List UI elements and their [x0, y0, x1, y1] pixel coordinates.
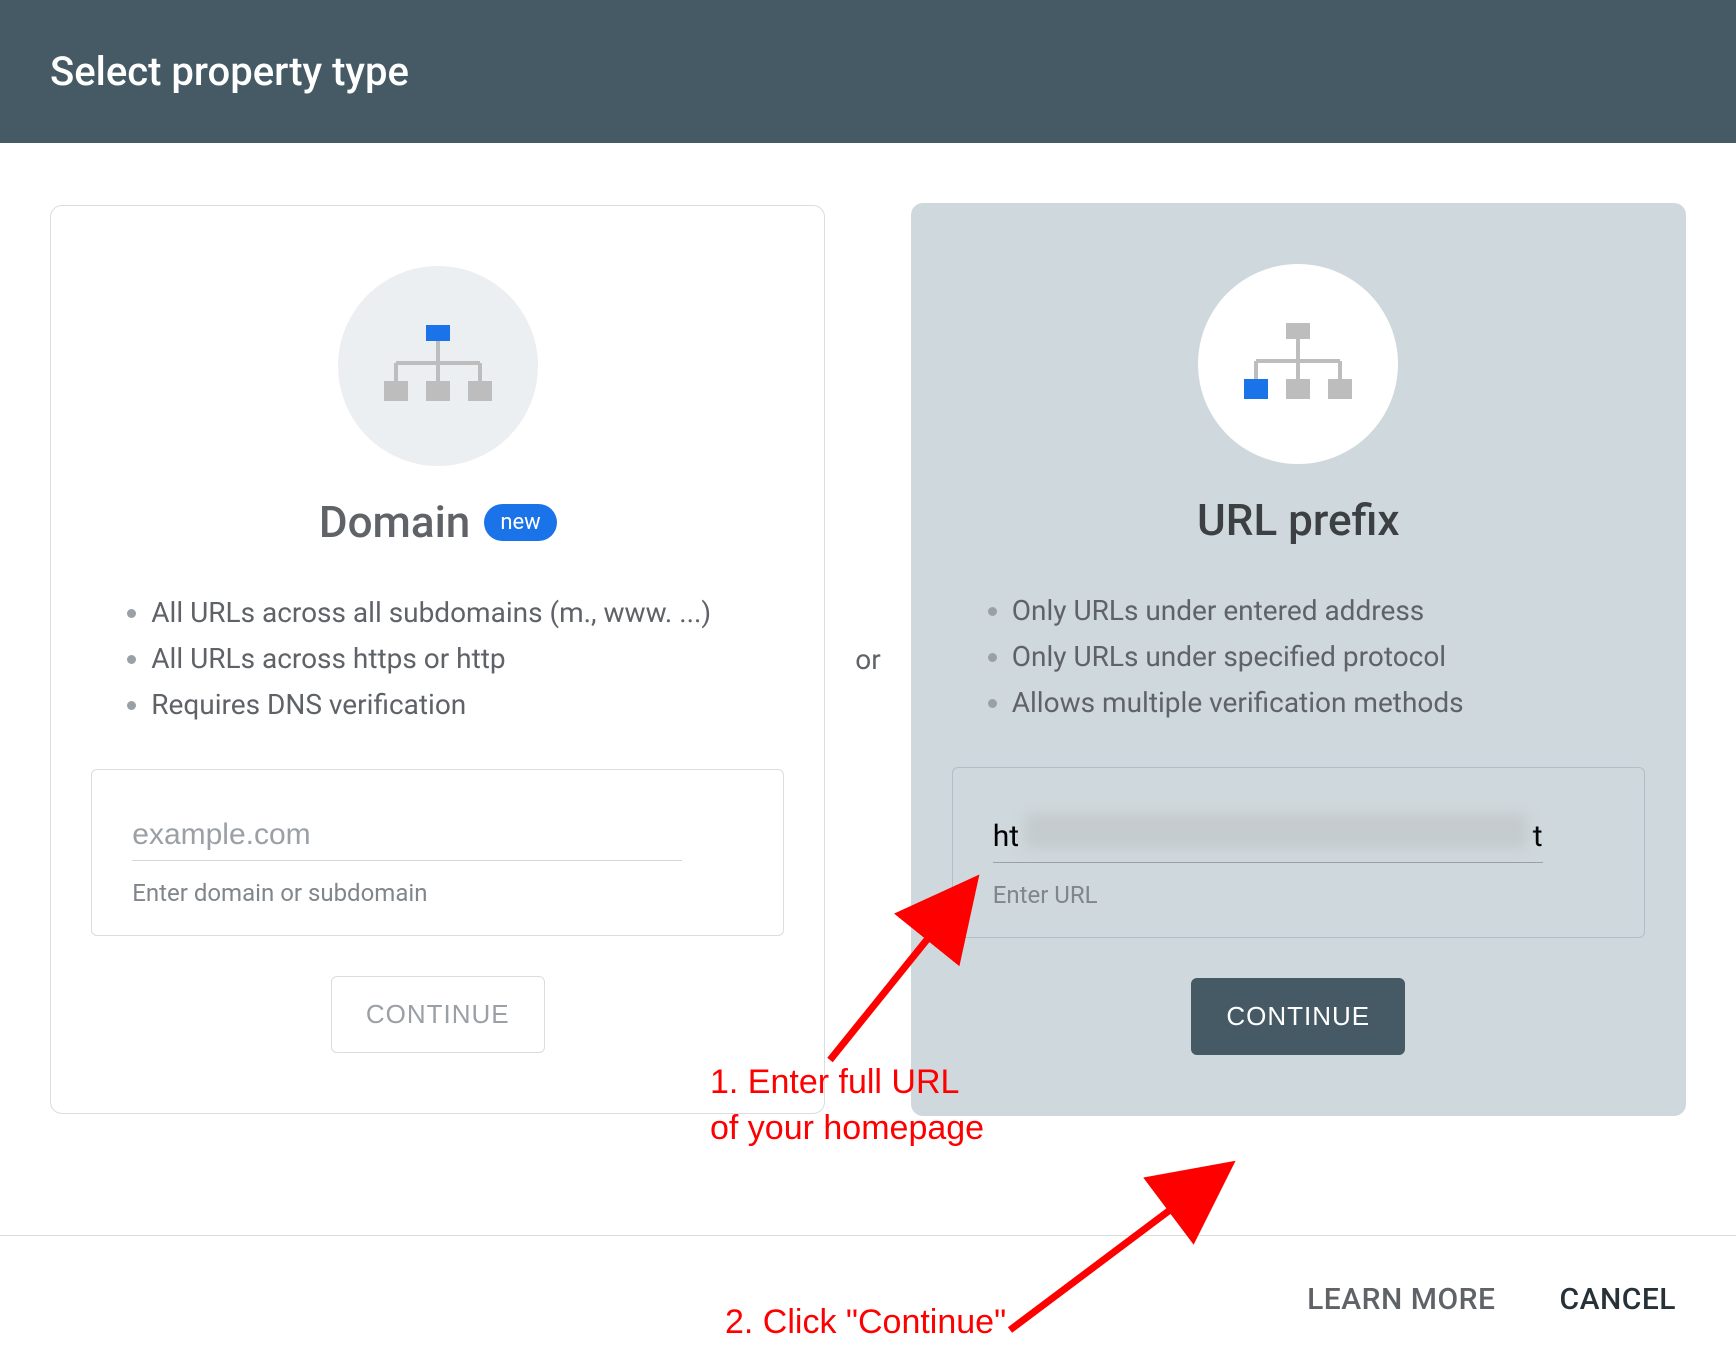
url-bullet: Allows multiple verification methods — [1012, 680, 1655, 726]
domain-bullet: All URLs across https or http — [151, 636, 794, 682]
or-separator: or — [855, 643, 880, 676]
url-input-box: ht t Enter URL — [952, 767, 1645, 938]
url-title-row: URL prefix — [1197, 494, 1399, 546]
property-type-options: Domain new All URLs across all subdomain… — [0, 143, 1736, 1156]
annotation-step2: 2. Click "Continue" — [725, 1300, 1006, 1346]
domain-card[interactable]: Domain new All URLs across all subdomain… — [50, 205, 825, 1114]
dialog-title: Select property type — [50, 48, 409, 95]
sitemap-icon — [378, 321, 498, 411]
domain-continue-button[interactable]: CONTINUE — [331, 976, 545, 1053]
url-bullets: Only URLs under entered address Only URL… — [942, 588, 1655, 727]
url-continue-button[interactable]: CONTINUE — [1191, 978, 1405, 1055]
domain-card-title: Domain — [319, 496, 470, 548]
url-card-title: URL prefix — [1197, 494, 1399, 546]
url-bullet: Only URLs under specified protocol — [1012, 634, 1655, 680]
annotation-step1: 1. Enter full URL of your homepage — [710, 1060, 984, 1152]
sitemap-icon — [1238, 319, 1358, 409]
url-icon-circle — [1198, 264, 1398, 464]
new-badge: new — [484, 504, 556, 541]
domain-input-box: Enter domain or subdomain — [91, 769, 784, 936]
dialog-header: Select property type — [0, 0, 1736, 143]
domain-input-helper: Enter domain or subdomain — [132, 879, 743, 907]
url-input-helper: Enter URL — [993, 881, 1604, 909]
domain-title-row: Domain new — [319, 496, 557, 548]
domain-icon-circle — [338, 266, 538, 466]
url-prefix-card[interactable]: URL prefix Only URLs under entered addre… — [911, 203, 1686, 1116]
url-bullet: Only URLs under entered address — [1012, 588, 1655, 634]
learn-more-button[interactable]: LEARN MORE — [1307, 1282, 1495, 1317]
domain-input[interactable] — [132, 810, 682, 861]
domain-bullet: All URLs across all subdomains (m., www.… — [151, 590, 794, 636]
cancel-button[interactable]: CANCEL — [1560, 1282, 1677, 1317]
domain-bullets: All URLs across all subdomains (m., www.… — [81, 590, 794, 729]
domain-bullet: Requires DNS verification — [151, 682, 794, 728]
